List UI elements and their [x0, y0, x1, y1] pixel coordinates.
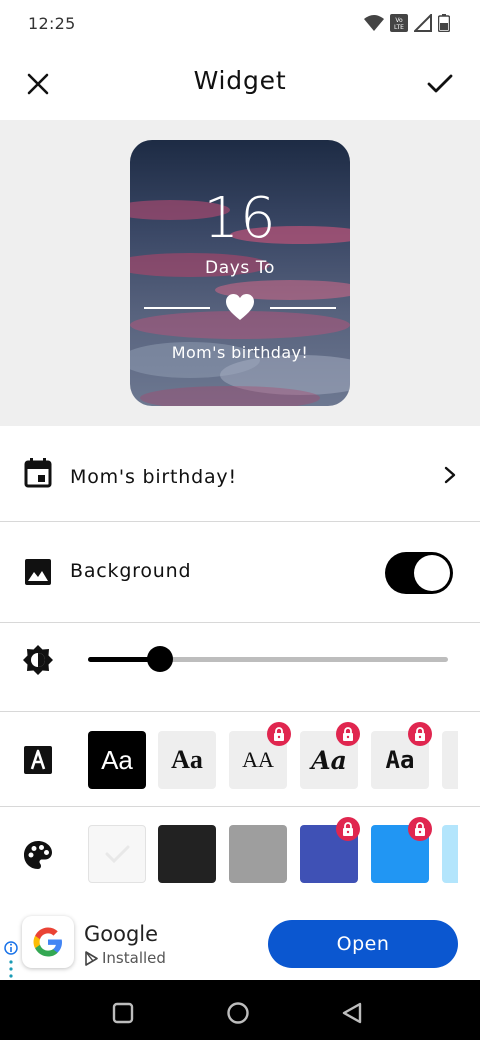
google-g-icon	[33, 927, 62, 957]
background-toggle[interactable]	[385, 552, 453, 594]
background-row: Background	[0, 522, 480, 622]
font-option-1[interactable]: Aa	[88, 731, 146, 789]
color-option-black[interactable]	[158, 825, 216, 883]
volte-text-bottom: LTE	[394, 24, 404, 31]
check-icon	[427, 74, 453, 93]
font-sample: Aa	[311, 745, 347, 775]
page-title: Widget	[193, 66, 287, 95]
event-row[interactable]: Mom's birthday!	[0, 426, 480, 521]
ad-install-status: Installed	[102, 949, 166, 967]
font-sample: AA	[242, 747, 274, 772]
ad-open-button[interactable]: Open	[268, 920, 458, 968]
lock-icon	[336, 817, 360, 841]
wifi-icon	[364, 15, 384, 31]
days-count: 16	[203, 186, 277, 251]
system-nav-bar	[0, 980, 480, 1040]
color-option-light-blue[interactable]	[442, 825, 458, 883]
status-icons: Vo LTE	[364, 14, 450, 32]
check-icon	[105, 845, 130, 864]
widget-preview-card: 16 Days To Mom's birthday!	[130, 140, 350, 406]
brightness-row	[0, 623, 480, 711]
play-store-icon	[85, 951, 98, 966]
chevron-right-icon	[444, 466, 456, 484]
font-sample: Aa	[171, 745, 203, 774]
font-row: Aa Aa AA Aa Aa	[0, 712, 480, 806]
confirm-button[interactable]	[420, 66, 460, 102]
slider-thumb[interactable]	[147, 646, 173, 672]
lock-icon	[408, 817, 432, 841]
palette-icon	[22, 839, 54, 871]
recents-icon[interactable]	[112, 1002, 134, 1024]
google-logo[interactable]	[22, 916, 74, 968]
font-sample: Aa	[385, 746, 415, 774]
font-sample: Aa	[101, 744, 133, 775]
brightness-icon	[22, 644, 54, 676]
font-option-more[interactable]	[442, 731, 458, 789]
lock-icon	[408, 722, 432, 746]
event-name: Mom's birthday!	[171, 343, 309, 362]
volte-icon: Vo LTE	[390, 14, 408, 32]
font-option-2[interactable]: Aa	[158, 731, 216, 789]
days-subtitle: Days To	[205, 258, 275, 278]
battery-icon	[438, 14, 450, 32]
status-bar: 12:25 Vo LTE	[0, 0, 480, 48]
ad-info-icon[interactable]	[3, 940, 19, 980]
image-icon	[22, 556, 54, 588]
signal-icon	[414, 14, 432, 32]
toggle-knob	[414, 555, 450, 591]
ad-app-name: Google	[84, 922, 159, 946]
ad-banner[interactable]: Google Installed Open	[0, 906, 480, 980]
lock-icon	[267, 722, 291, 746]
event-row-label: Mom's birthday!	[70, 466, 237, 488]
heart-icon	[226, 294, 254, 320]
color-option-white[interactable]	[88, 825, 146, 883]
color-option-gray[interactable]	[229, 825, 287, 883]
font-style-icon	[22, 744, 54, 776]
divider-line-right	[270, 307, 336, 309]
calendar-icon	[22, 457, 54, 489]
status-time: 12:25	[28, 14, 76, 33]
app-bar: Widget	[0, 48, 480, 120]
divider-line-left	[144, 307, 210, 309]
brightness-slider[interactable]	[88, 646, 448, 672]
background-label: Background	[70, 560, 192, 582]
volte-text-top: Vo	[395, 17, 403, 24]
color-row	[0, 807, 480, 906]
home-icon[interactable]	[226, 1001, 250, 1025]
back-icon[interactable]	[341, 1001, 363, 1025]
lock-icon	[336, 722, 360, 746]
widget-preview-area: 16 Days To Mom's birthday!	[0, 120, 480, 426]
